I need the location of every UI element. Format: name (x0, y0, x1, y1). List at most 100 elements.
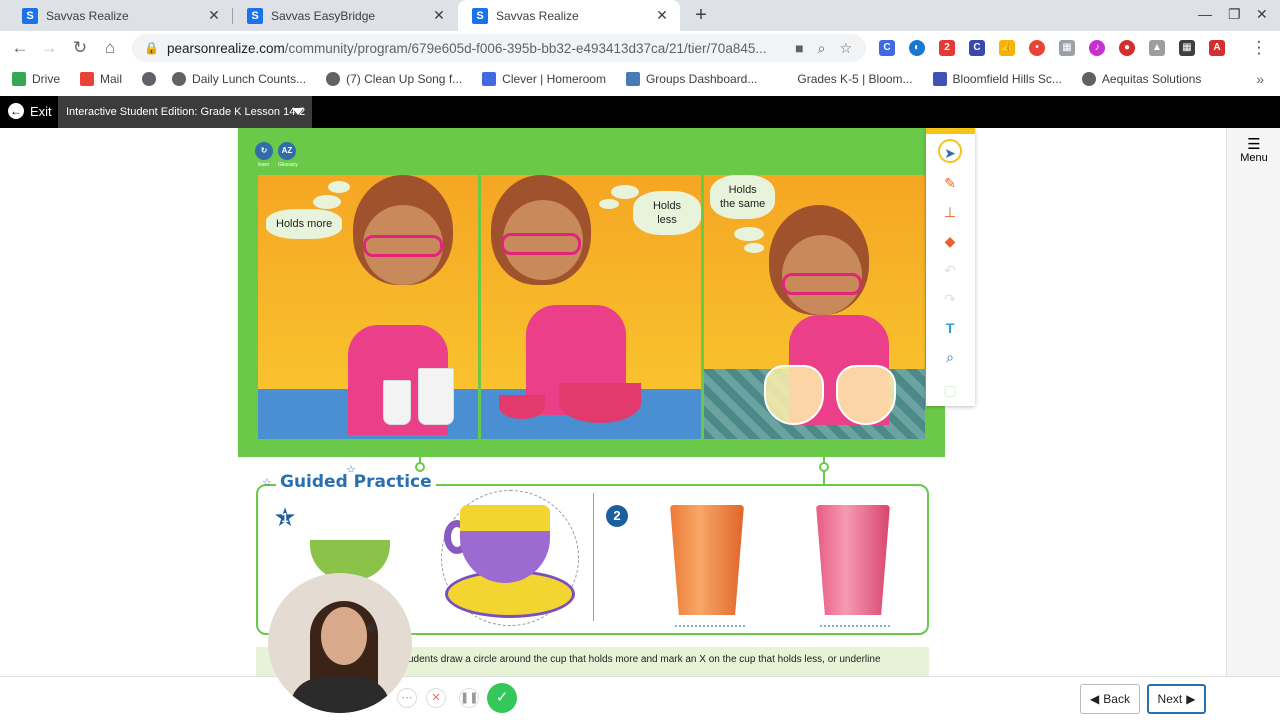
lesson-scene: ↻ learn AZ Glossary Holds more Holds les… (238, 128, 945, 457)
exit-label: Exit (30, 103, 52, 119)
bookmark-star-icon[interactable]: ☆ (839, 40, 852, 57)
clever-extension-icon[interactable]: C (969, 40, 985, 56)
problem-1-star-icon: ★ 1 (273, 502, 297, 532)
forward-arrow-icon[interactable]: → (38, 37, 60, 59)
pointer-tool-icon[interactable]: ➤ (938, 139, 962, 163)
music-extension-icon[interactable]: ♪ (1089, 40, 1105, 56)
tab-savvas-easybridge[interactable]: S Savvas EasyBridge ✕ (233, 0, 457, 31)
thought-dot (328, 181, 350, 193)
text-tool-icon[interactable]: T (938, 316, 962, 340)
browser-toolbar: ← → ↻ ⌂ 🔒 pearsonrealize.com/community/p… (0, 31, 1280, 65)
pitcher-right (836, 365, 896, 425)
bookmark-globe[interactable] (142, 72, 162, 86)
problem-2-number: 2 (606, 505, 628, 527)
tab-savvas-realize-active[interactable]: S Savvas Realize ✕ (458, 0, 680, 31)
clever-extension-icon[interactable]: C (879, 40, 895, 56)
toolbar-handle[interactable] (926, 128, 975, 134)
clear-tool-icon[interactable]: ▢ (938, 378, 962, 402)
extension-icon[interactable]: ▲ (1149, 40, 1165, 56)
star-icon: ☆ (262, 477, 272, 489)
close-tab-icon[interactable]: ✕ (431, 7, 447, 24)
menu-button[interactable]: ☰ Menu (1227, 136, 1280, 164)
thumb-extension-icon[interactable]: 👍 (999, 40, 1015, 56)
home-icon[interactable]: ⌂ (99, 37, 121, 59)
pencil-tool-icon[interactable]: ✎ (938, 171, 962, 195)
globe-icon (172, 72, 187, 86)
connector-knob (819, 462, 829, 472)
zoom-tool-icon[interactable]: ⌕ (938, 345, 962, 369)
webcam-bubble[interactable] (268, 573, 412, 713)
extension-icon[interactable]: ▦ (1059, 40, 1075, 56)
redo-icon[interactable]: ↷ (938, 287, 962, 311)
eraser-tool-icon[interactable]: ◆ (938, 229, 962, 253)
globe-icon (1081, 72, 1096, 86)
drive-icon (12, 72, 26, 86)
orange-cup-image[interactable] (670, 505, 744, 615)
extension-badge-icon[interactable]: 2 (939, 40, 955, 56)
scene-panel-holds-less: Holds less (481, 175, 701, 439)
close-window-icon[interactable]: ✕ (1256, 6, 1268, 23)
close-tab-icon[interactable]: ✕ (654, 7, 670, 24)
bookmark-clever[interactable]: Clever | Homeroom (482, 72, 606, 86)
glossary-icon-label: Glossary (278, 162, 298, 168)
bookmarks-bar: Drive Mail Daily Lunch Counts... (7) Cle… (0, 65, 1280, 93)
new-tab-icon[interactable]: + (690, 4, 712, 26)
cancel-recording-icon[interactable]: ✕ (426, 688, 446, 708)
bookmark-aequitas[interactable]: Aequitas Solutions (1081, 72, 1201, 86)
bookmark-drive[interactable]: Drive (12, 72, 60, 86)
savvas-favicon-icon: S (247, 7, 263, 24)
bookmark-clean-up-song[interactable]: (7) Clean Up Song f... (326, 72, 462, 86)
chevron-down-icon (292, 108, 304, 115)
extension-icon[interactable]: ● (1119, 40, 1135, 56)
hamburger-icon: ☰ (1247, 136, 1261, 153)
address-bar[interactable]: 🔒 pearsonrealize.com/community/program/6… (132, 34, 866, 62)
holds-same-bubble: Holds the same (710, 175, 776, 219)
gmail-icon (80, 72, 95, 86)
pdf-extension-icon[interactable]: A (1209, 40, 1225, 56)
presenter-face (321, 607, 367, 665)
learn-icon[interactable]: ↻ (255, 142, 273, 160)
close-tab-icon[interactable]: ✕ (206, 7, 222, 24)
answer-line (820, 625, 890, 627)
tab-savvas-realize-1[interactable]: S Savvas Realize ✕ (8, 0, 232, 31)
bookmark-grades-k5[interactable]: Grades K-5 | Bloom... (777, 72, 913, 86)
exit-arrow-icon: ← (8, 103, 24, 119)
lesson-selector[interactable]: Interactive Student Edition: Grade K Les… (58, 96, 312, 128)
undo-icon[interactable]: ↶ (938, 258, 962, 282)
bookmark-bloomfield[interactable]: Bloomfield Hills Sc... (932, 72, 1062, 86)
thought-dot (599, 199, 619, 209)
restore-icon[interactable]: ❐ (1228, 6, 1241, 23)
move-handle-icon[interactable]: ✥ (366, 621, 377, 637)
dots-extension-icon[interactable]: • (1029, 40, 1045, 56)
exit-button[interactable]: ← Exit (8, 103, 52, 119)
back-arrow-icon[interactable]: ← (9, 37, 31, 59)
presenter-body (290, 678, 390, 713)
next-button[interactable]: Next ▶ (1147, 684, 1206, 714)
more-options-icon[interactable]: ⋯ (397, 688, 417, 708)
bookmark-daily-lunch[interactable]: Daily Lunch Counts... (172, 72, 306, 86)
holds-less-bubble: Holds less (633, 191, 701, 235)
arrow-left-icon: ◀ (1090, 692, 1100, 706)
extension-icon[interactable]: ◐ (909, 40, 925, 56)
pause-recording-icon[interactable]: ❚❚ (459, 688, 479, 708)
reload-icon[interactable]: ↻ (69, 37, 91, 59)
back-button[interactable]: ◀ Back (1080, 684, 1140, 714)
kebab-menu-icon[interactable]: ⋮ (1248, 37, 1270, 59)
answer-line (675, 625, 745, 627)
zoom-icon[interactable]: ⌕ (818, 40, 826, 57)
scene-panel-holds-same: Holds the same (704, 175, 925, 439)
problem-divider (593, 493, 594, 621)
bookmark-groups-dashboard[interactable]: Groups Dashboard... (625, 72, 757, 86)
stamp-tool-icon[interactable]: ⊥ (938, 200, 962, 224)
bookmark-mail[interactable]: Mail (80, 72, 122, 86)
more-bookmarks-icon[interactable]: » (1256, 71, 1264, 87)
minimize-icon[interactable]: — (1198, 6, 1212, 22)
finish-recording-icon[interactable]: ✓ (487, 683, 517, 713)
grid-extension-icon[interactable]: ▦ (1179, 40, 1195, 56)
glossary-icon[interactable]: AZ (278, 142, 296, 160)
learn-icon-label: learn (258, 162, 270, 168)
pink-cup-image[interactable] (816, 505, 890, 615)
teacup-band (460, 505, 550, 531)
glasses (782, 273, 862, 295)
camera-icon[interactable]: ■ (795, 40, 803, 56)
